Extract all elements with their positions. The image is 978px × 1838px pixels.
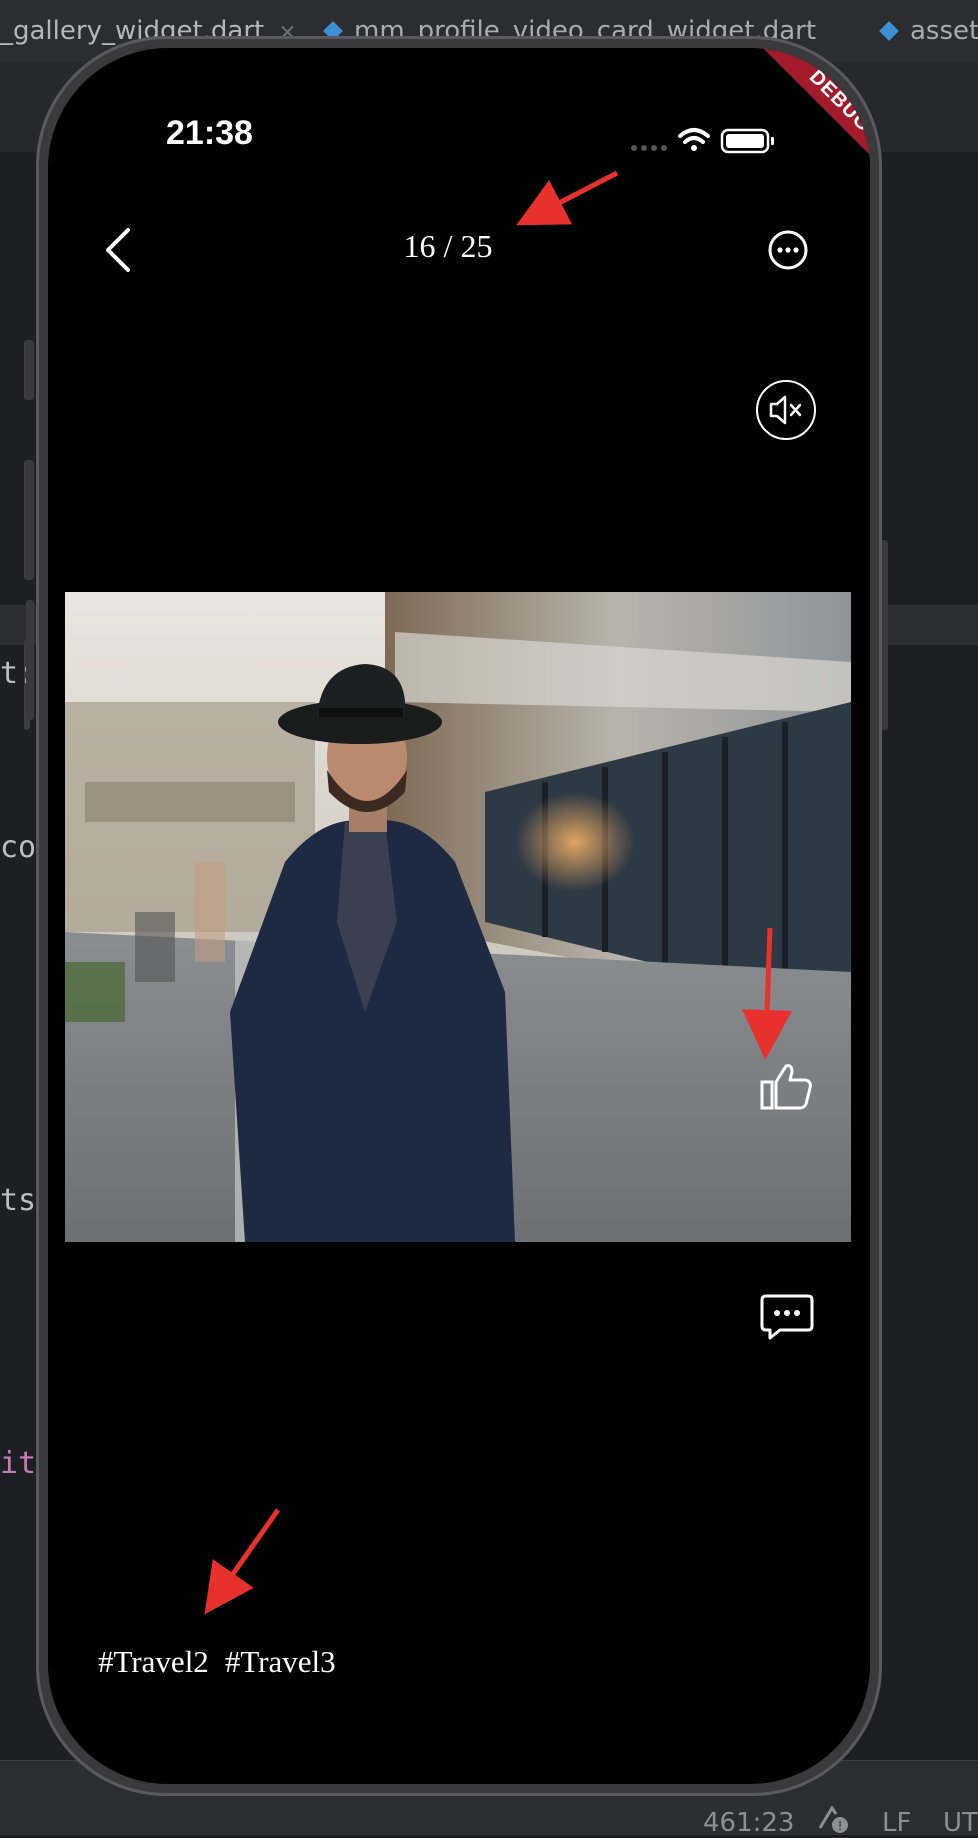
phone-volume-up <box>26 460 34 580</box>
code-fragment: ts <box>0 1183 37 1218</box>
chevron-left-icon[interactable] <box>94 220 144 280</box>
ide-tab-asset[interactable]: asset <box>878 8 978 54</box>
page-counter: 16 / 25 <box>403 228 493 264</box>
chat-bubble-icon[interactable] <box>758 1292 816 1342</box>
code-fragment: co <box>0 830 37 865</box>
hashtag-list: #Travel2 #Travel3 <box>98 1644 352 1680</box>
video-frame[interactable] <box>65 592 851 1242</box>
speaker-mute-icon[interactable] <box>754 378 818 442</box>
hashtag-item[interactable]: #Travel2 <box>98 1644 209 1679</box>
debug-label: DEBUG <box>757 48 870 184</box>
debug-banner: DEBUG <box>730 48 870 188</box>
phone-volume-down <box>26 600 34 720</box>
signal-icon <box>631 145 667 151</box>
dart-file-icon <box>879 21 899 41</box>
phone-side-button <box>26 340 34 400</box>
wifi-icon <box>678 128 710 151</box>
phone-screen: 21:38 DEBUG 16 / 25 #Travel2 #Travel3 <box>48 48 870 1784</box>
code-fragment: it <box>0 1446 37 1481</box>
status-time: 21:38 <box>166 114 253 152</box>
phone-frame: 21:38 DEBUG 16 / 25 #Travel2 #Travel3 <box>36 36 882 1796</box>
tab-label: asset <box>910 16 978 46</box>
vcs-warning-icon[interactable]: ! <box>816 1804 850 1834</box>
hashtag-item[interactable]: #Travel3 <box>225 1644 336 1679</box>
svg-text:!: ! <box>838 1819 843 1833</box>
ellipsis-circle-icon[interactable] <box>758 220 818 280</box>
thumbs-up-icon[interactable] <box>758 1060 818 1114</box>
